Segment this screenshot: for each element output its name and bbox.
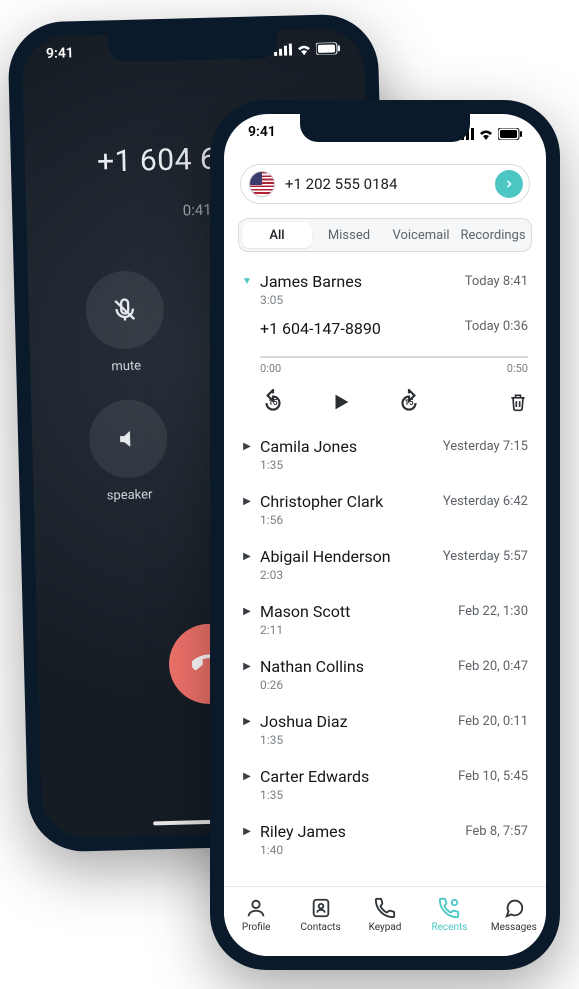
disclosure-icon: ▶ — [242, 551, 252, 562]
tab-messages[interactable]: Messages — [482, 887, 546, 942]
list-item[interactable]: ▶ Abigail Henderson 2:03 Yesterday 5:57 — [242, 537, 528, 592]
tab-contacts[interactable]: Contacts — [288, 887, 352, 942]
row-name: Mason Scott — [260, 602, 450, 621]
player-timestamp: Today 0:36 — [465, 319, 528, 334]
seg-missed[interactable]: Missed — [314, 222, 384, 248]
player-total: 0:50 — [507, 362, 528, 375]
wifi-icon — [296, 43, 312, 55]
seg-recordings[interactable]: Recordings — [458, 222, 528, 248]
speaker-button[interactable]: speaker — [88, 399, 169, 504]
tab-profile[interactable]: Profile — [224, 887, 288, 942]
row-time: Feb 20, 0:11 — [458, 714, 528, 729]
player-track[interactable] — [260, 356, 528, 358]
row-time: Yesterday 7:15 — [443, 439, 528, 454]
disclosure-icon: ▼ — [242, 276, 252, 287]
list-item[interactable]: ▶ Joshua Diaz 1:35 Feb 20, 0:11 — [242, 702, 528, 757]
row-time: Yesterday 6:42 — [443, 494, 528, 509]
row-duration: 1:35 — [260, 788, 450, 802]
flag-us-icon — [249, 171, 275, 197]
disclosure-icon: ▶ — [242, 716, 252, 727]
row-name: Nathan Collins — [260, 657, 450, 676]
list-item[interactable]: ▶ Nathan Collins 0:26 Feb 20, 0:47 — [242, 647, 528, 702]
disclosure-icon: ▶ — [242, 496, 252, 507]
row-duration: 1:35 — [260, 458, 435, 472]
battery-icon — [498, 128, 522, 140]
row-name: Abigail Henderson — [260, 547, 435, 566]
audio-player: Today 0:36+1 604-147-88900:000:501515 — [260, 319, 528, 415]
list-item[interactable]: ▶ Carter Edwards 1:35 Feb 10, 5:45 — [242, 757, 528, 812]
row-duration: 1:56 — [260, 513, 435, 527]
row-duration: 1:40 — [260, 843, 457, 857]
row-time: Feb 8, 7:57 — [465, 824, 528, 839]
row-time: Feb 20, 0:47 — [458, 659, 528, 674]
row-name: Riley James — [260, 822, 457, 841]
tab-bar: Profile Contacts Keypad Recents — [224, 886, 546, 956]
profile-icon — [245, 897, 267, 919]
disclosure-icon: ▶ — [242, 661, 252, 672]
notch — [108, 30, 279, 62]
row-duration: 0:26 — [260, 678, 450, 692]
keypad-icon — [374, 897, 396, 919]
messages-icon — [503, 897, 525, 919]
disclosure-icon: ▶ — [242, 826, 252, 837]
tab-recents[interactable]: Recents — [417, 887, 481, 942]
row-time: Feb 10, 5:45 — [458, 769, 528, 784]
row-name: James Barnes — [260, 272, 457, 291]
seg-voicemail[interactable]: Voicemail — [386, 222, 456, 248]
row-duration: 1:35 — [260, 733, 450, 747]
seg-all[interactable]: All — [242, 222, 312, 248]
status-time: 9:41 — [46, 45, 74, 66]
wifi-icon — [478, 128, 494, 140]
disclosure-icon: ▶ — [242, 771, 252, 782]
list-item[interactable]: ▶ Christopher Clark 1:56 Yesterday 6:42 — [242, 482, 528, 537]
segmented-control: All Missed Voicemail Recordings — [238, 218, 532, 252]
disclosure-icon: ▶ — [242, 441, 252, 452]
row-name: Christopher Clark — [260, 492, 435, 511]
list-item[interactable]: ▶ Camila Jones 1:35 Yesterday 7:15 — [242, 427, 528, 482]
chevron-right-icon — [495, 170, 523, 198]
row-name: Camila Jones — [260, 437, 435, 456]
list-item[interactable]: ▼ James Barnes 3:05 Today 8:41 — [242, 262, 528, 317]
selected-number: +1 202 555 0184 — [285, 175, 397, 193]
row-time: Yesterday 5:57 — [443, 549, 528, 564]
tab-keypad[interactable]: Keypad — [353, 887, 417, 942]
notch — [300, 114, 470, 142]
status-icons — [274, 38, 341, 60]
speaker-icon — [88, 399, 168, 479]
recordings-list[interactable]: ▼James Barnes3:05Today 8:41Today 0:36+1 … — [224, 262, 546, 954]
battery-icon — [316, 42, 340, 55]
play-button[interactable] — [330, 391, 352, 413]
list-item[interactable]: ▶ Mason Scott 2:11 Feb 22, 1:30 — [242, 592, 528, 647]
delete-button[interactable] — [508, 391, 528, 413]
front-phone: 9:41 +1 202 555 0184 All Miss — [210, 100, 560, 970]
recents-icon — [438, 897, 460, 919]
row-name: Joshua Diaz — [260, 712, 450, 731]
row-time: Feb 22, 1:30 — [458, 604, 528, 619]
forward-15-button[interactable]: 15 — [396, 389, 422, 415]
mute-button[interactable]: mute — [85, 270, 166, 375]
row-duration: 2:03 — [260, 568, 435, 582]
mute-icon — [85, 270, 165, 350]
player-pos: 0:00 — [260, 362, 281, 375]
row-duration: 2:11 — [260, 623, 450, 637]
list-item[interactable]: ▶ Riley James 1:40 Feb 8, 7:57 — [242, 812, 528, 867]
row-time: Today 8:41 — [465, 274, 528, 289]
status-time: 9:41 — [248, 124, 276, 144]
rewind-15-button[interactable]: 15 — [260, 389, 286, 415]
row-duration: 3:05 — [260, 293, 457, 307]
row-name: Carter Edwards — [260, 767, 450, 786]
disclosure-icon: ▶ — [242, 606, 252, 617]
number-selector[interactable]: +1 202 555 0184 — [240, 164, 530, 204]
contacts-icon — [310, 897, 332, 919]
